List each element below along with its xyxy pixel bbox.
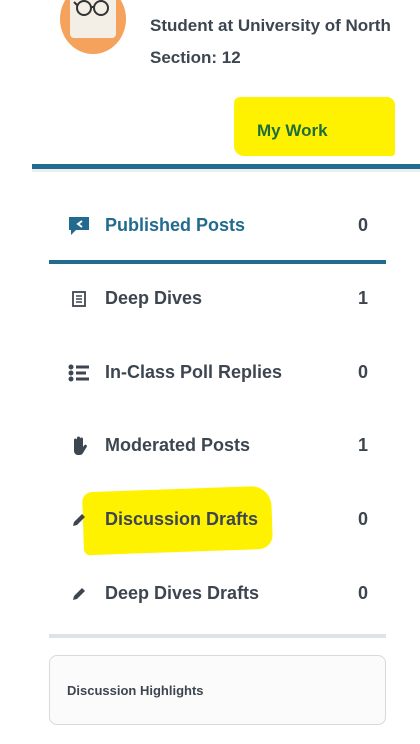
chat-bubble-icon	[67, 215, 91, 237]
menu-item-deep-dives[interactable]: Deep Dives 1	[49, 272, 386, 326]
avatar-illustration	[70, 0, 116, 38]
card-title: Discussion Highlights	[67, 683, 204, 698]
active-item-underline	[49, 260, 386, 264]
hand-icon	[67, 435, 91, 457]
menu-item-discussion-drafts[interactable]: Discussion Drafts 0	[49, 493, 386, 547]
menu-item-moderated-posts[interactable]: Moderated Posts 1	[49, 419, 386, 473]
menu-item-count: 0	[357, 583, 368, 603]
menu-item-deep-dives-drafts[interactable]: Deep Dives Drafts 0	[49, 567, 386, 621]
discussion-highlights-card[interactable]: Discussion Highlights	[49, 655, 386, 725]
menu-item-count: 0	[357, 215, 368, 235]
menu-item-label: Moderated Posts	[105, 435, 251, 455]
menu-item-in-class-poll-replies[interactable]: In-Class Poll Replies 0	[49, 346, 386, 400]
pencil-icon	[67, 583, 91, 605]
menu-item-count: 1	[357, 288, 368, 308]
menu-item-label: Published Posts	[105, 215, 246, 235]
menu-item-label: Deep Dives	[105, 288, 203, 308]
profile-subtitle: Student at University of North	[150, 16, 391, 35]
tab-my-work[interactable]: My Work	[257, 121, 328, 141]
menu-item-published-posts[interactable]: Published Posts 0	[49, 199, 386, 253]
menu-item-label: In-Class Poll Replies	[105, 362, 283, 382]
menu-item-label: Discussion Drafts	[105, 509, 259, 529]
glasses-icon	[73, 0, 109, 16]
pencil-icon	[67, 509, 91, 531]
list-icon	[67, 362, 91, 384]
menu-item-count: 0	[357, 509, 368, 529]
menu-item-label: Deep Dives Drafts	[105, 583, 260, 603]
avatar	[60, 0, 126, 54]
document-icon	[67, 288, 91, 310]
menu-item-count: 0	[357, 362, 368, 382]
list-divider	[49, 634, 386, 638]
tab-divider	[32, 169, 420, 172]
menu-item-count: 1	[357, 435, 368, 455]
profile-section: Section: 12	[150, 48, 241, 67]
